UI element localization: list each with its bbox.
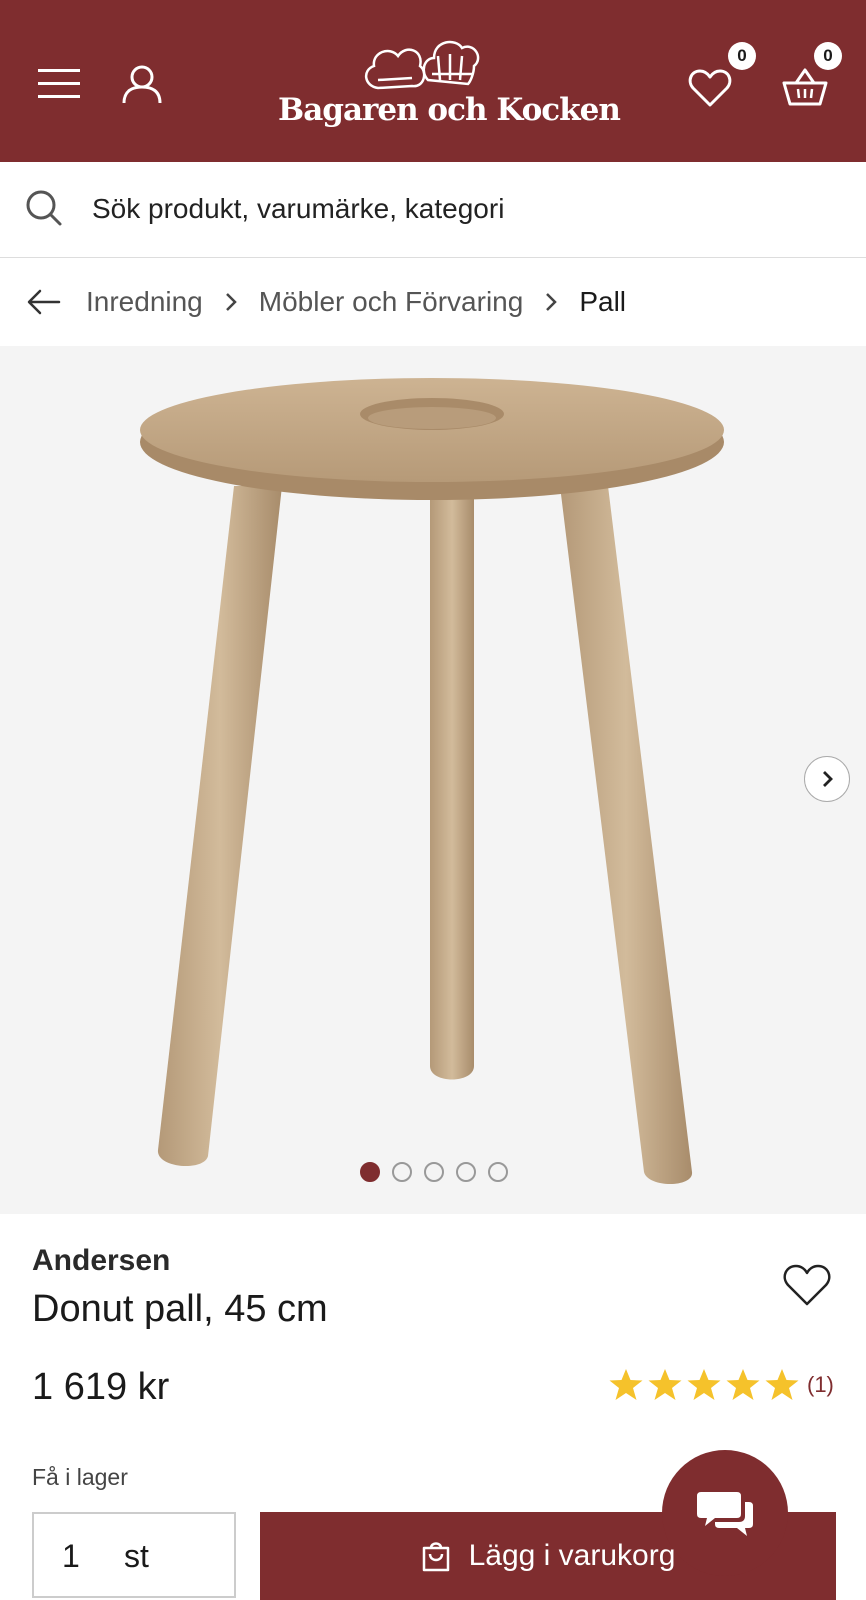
gallery-dot-5[interactable]	[488, 1162, 508, 1182]
add-to-cart-label: Lägg i varukorg	[468, 1539, 676, 1572]
product-image-gallery[interactable]	[0, 346, 866, 1214]
chef-hats-icon	[365, 40, 480, 90]
chevron-right-icon	[546, 293, 558, 311]
stock-status: Få i lager	[32, 1464, 128, 1490]
product-brand[interactable]: Andersen	[32, 1244, 170, 1278]
basket-icon	[782, 68, 828, 106]
shopping-bag-icon	[422, 1542, 449, 1572]
star-icon	[765, 1369, 799, 1400]
breadcrumb: Inredning Möbler och Förvaring Pall	[0, 258, 866, 346]
product-image-stool	[140, 378, 724, 1184]
wishlist-button[interactable]	[682, 60, 738, 116]
gallery-dot-2[interactable]	[392, 1162, 412, 1182]
gallery-next-button[interactable]	[804, 756, 850, 802]
gallery-dot-4[interactable]	[456, 1162, 476, 1182]
breadcrumb-item-current: Pall	[579, 286, 627, 317]
hamburger-icon	[38, 69, 80, 98]
gallery-pagination	[0, 1162, 866, 1182]
star-icon	[609, 1369, 643, 1400]
quantity-input[interactable]	[62, 1534, 102, 1578]
gallery-dot-3[interactable]	[424, 1162, 444, 1182]
product-rating[interactable]: (1)	[608, 1368, 834, 1402]
quantity-unit: st	[124, 1538, 149, 1574]
chevron-right-icon	[823, 771, 833, 787]
star-icon	[648, 1369, 682, 1400]
heart-icon	[688, 69, 732, 107]
chevron-right-icon	[225, 293, 237, 311]
product-price: 1 619 kr	[32, 1366, 170, 1408]
product-title: Donut pall, 45 cm	[32, 1288, 328, 1330]
account-button[interactable]	[116, 58, 168, 110]
star-icon	[687, 1369, 721, 1400]
user-icon	[122, 65, 162, 104]
heart-icon[interactable]	[782, 1262, 832, 1308]
breadcrumb-item-inredning[interactable]: Inredning	[86, 286, 203, 318]
wishlist-count-badge: 0	[728, 42, 756, 70]
search-icon[interactable]	[24, 188, 64, 228]
site-header: Bagaren och Kocken 0 0	[0, 0, 866, 162]
site-logo[interactable]: Bagaren och Kocken	[278, 30, 621, 140]
search-input[interactable]	[92, 184, 832, 234]
arrow-left-icon[interactable]	[26, 284, 62, 320]
chat-button[interactable]	[662, 1450, 788, 1576]
star-icon	[726, 1369, 760, 1400]
menu-button[interactable]	[34, 62, 84, 106]
rating-count[interactable]: (1)	[807, 1372, 834, 1398]
quantity-stepper[interactable]: st	[32, 1512, 236, 1598]
search-bar	[0, 162, 866, 258]
gallery-dot-1[interactable]	[360, 1162, 380, 1182]
chat-bubbles-icon	[697, 1492, 753, 1536]
logo-text: Bagaren och Kocken	[278, 92, 621, 128]
breadcrumb-item-mobler[interactable]: Möbler och Förvaring	[259, 286, 524, 318]
cart-count-badge: 0	[814, 42, 842, 70]
